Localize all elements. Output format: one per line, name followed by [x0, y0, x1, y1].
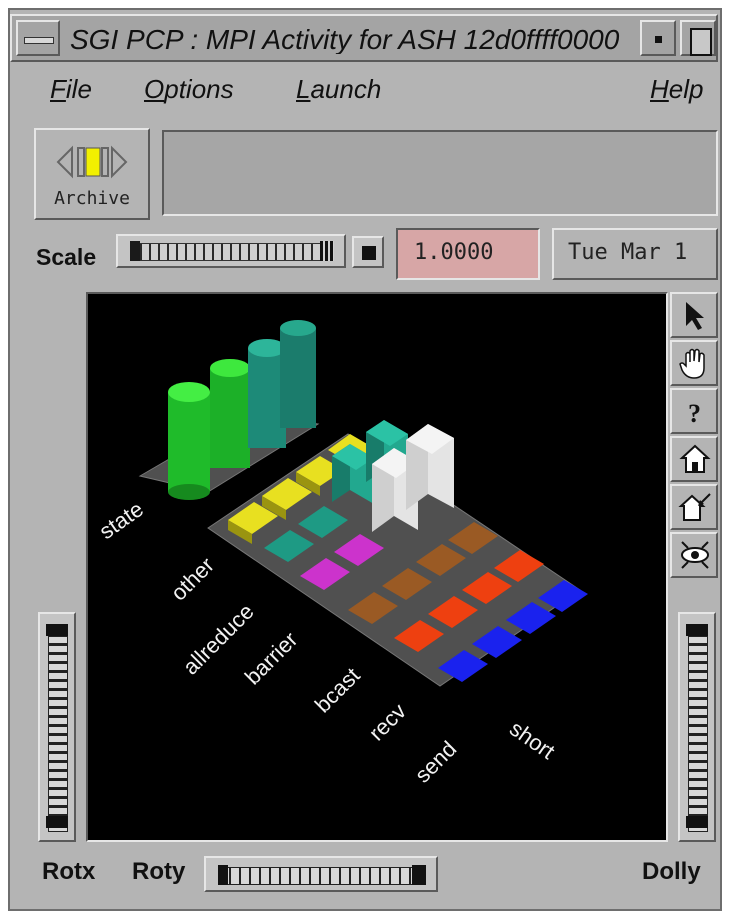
- state-cylinder: [280, 328, 316, 428]
- window-title: SGI PCP : MPI Activity for ASH 12d0ffff0…: [70, 24, 620, 54]
- row-label-send: send: [410, 736, 461, 787]
- dolly-label: Dolly: [642, 858, 701, 885]
- view-all-eye-icon: [681, 541, 709, 569]
- help-question-icon: ?: [688, 399, 701, 428]
- row-label-barrier: barrier: [240, 627, 303, 690]
- hand-icon: [679, 348, 705, 379]
- svg-text:?: ?: [688, 399, 701, 428]
- window-menu-icon: [24, 37, 54, 44]
- select-tool-button[interactable]: [670, 292, 718, 338]
- state-cylinder: [168, 392, 210, 492]
- scale-value-field[interactable]: 1.0000: [396, 228, 540, 280]
- date-display: Tue Mar 1: [552, 228, 718, 280]
- dolly-thumbwheel[interactable]: [678, 612, 716, 842]
- menu-bar: File Options Launch Help: [10, 64, 718, 116]
- title-bar[interactable]: SGI PCP : MPI Activity for ASH 12d0ffff0…: [10, 14, 718, 62]
- scale-slider-track[interactable]: [130, 243, 334, 261]
- state-cylinder-base: [168, 484, 210, 500]
- archive-label: Archive: [54, 188, 130, 209]
- set-home-button[interactable]: [670, 484, 718, 530]
- row-label-recv: recv: [364, 698, 411, 745]
- pan-tool-button[interactable]: [670, 340, 718, 386]
- window-menu-button[interactable]: [16, 20, 60, 56]
- roty-wheel[interactable]: [218, 867, 426, 885]
- select-arrow-icon: [686, 302, 704, 330]
- home-button[interactable]: [670, 436, 718, 482]
- scale-toggle-button[interactable]: [352, 236, 384, 268]
- rotx-wheel-cap-bottom: [46, 816, 68, 828]
- rotx-thumbwheel[interactable]: [38, 612, 76, 842]
- row-label-short: short: [505, 716, 559, 765]
- set-home-icon: [678, 493, 711, 521]
- minimize-button[interactable]: [640, 20, 676, 56]
- menu-options[interactable]: Options: [144, 74, 234, 105]
- rotx-wheel[interactable]: [48, 624, 68, 832]
- bar-scene: state other allreduce barrier bcast recv…: [95, 320, 588, 788]
- maximize-icon: [690, 28, 712, 56]
- status-panel: [162, 130, 718, 216]
- help-button[interactable]: ?: [670, 388, 718, 434]
- rotx-wheel-cap-top: [46, 624, 68, 636]
- scale-label: Scale: [36, 244, 97, 270]
- state-cylinder-top: [168, 382, 210, 402]
- dolly-wheel[interactable]: [688, 624, 708, 832]
- archive-button[interactable]: Archive: [34, 128, 150, 220]
- scale-slider-handle[interactable]: [130, 241, 140, 261]
- archive-vcr-icon: [56, 145, 128, 179]
- view-all-button[interactable]: [670, 532, 718, 578]
- scale-slider-end-grip: [320, 241, 334, 261]
- scale-slider[interactable]: [116, 234, 346, 268]
- home-icon: [679, 444, 711, 473]
- menu-file[interactable]: File: [50, 74, 92, 105]
- scale-toggle-icon: [362, 246, 376, 260]
- menu-launch[interactable]: Launch: [296, 74, 381, 105]
- state-cylinder-top: [210, 359, 250, 377]
- dolly-wheel-cap-bottom: [686, 816, 708, 828]
- row-label-other: other: [166, 552, 219, 605]
- rotx-label: Rotx: [42, 858, 96, 885]
- roty-wheel-cap-left: [218, 865, 228, 885]
- roty-wheel-cap-right: [412, 865, 426, 885]
- menu-help[interactable]: Help: [650, 74, 703, 105]
- minimize-icon: [655, 36, 662, 43]
- roty-thumbwheel[interactable]: [204, 856, 438, 892]
- maximize-button[interactable]: [680, 20, 716, 56]
- 3d-scene-viewer[interactable]: state other allreduce barrier bcast recv…: [86, 292, 668, 842]
- state-cylinder-top: [280, 320, 316, 336]
- row-label-state: state: [95, 496, 148, 544]
- roty-label: Roty: [132, 858, 186, 885]
- dolly-wheel-cap-top: [686, 624, 708, 636]
- state-cylinder: [210, 368, 250, 468]
- row-label-bcast: bcast: [310, 663, 365, 718]
